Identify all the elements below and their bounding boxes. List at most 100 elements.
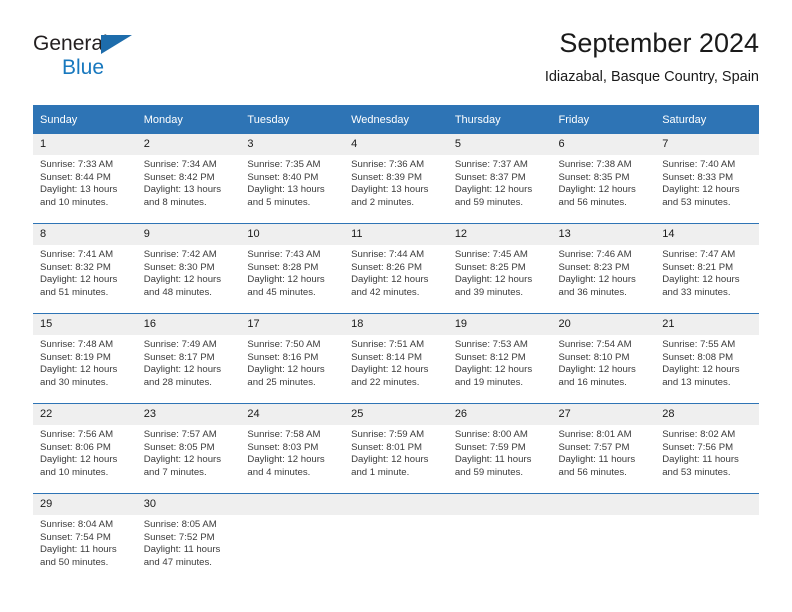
day-details: Sunrise: 7:33 AM Sunset: 8:44 PM Daylight:… [33,155,137,209]
calendar-day-cell[interactable]: 14 Sunrise: 7:47 AM Sunset: 8:21 PM Dayligh… [655,223,759,314]
calendar-day-cell[interactable]: 30 Sunrise: 8:05 AM Sunset: 7:52 PM Dayligh… [136,493,241,583]
sunrise-text: Sunrise: 7:58 AM [247,429,321,440]
calendar-day-cell[interactable]: 23 Sunrise: 7:57 AM Sunset: 8:05 PM Dayligh… [136,403,241,494]
day-number [551,494,656,515]
sunset-text: Sunset: 8:35 PM [558,171,630,183]
daylight-text: Daylight: 12 hours and 56 minutes. [558,184,636,208]
sunrise-text: Sunrise: 7:41 AM [40,249,114,260]
daylight-text: Daylight: 12 hours and 13 minutes. [662,364,740,388]
daylight-text: Daylight: 12 hours and 7 minutes. [143,454,222,478]
sunset-text: Sunset: 8:39 PM [351,171,423,183]
calendar-day-cell[interactable]: 1 Sunrise: 7:33 AM Sunset: 8:44 PM Daylight… [33,134,137,224]
day-number: 17 [240,314,345,335]
daylight-text: Daylight: 12 hours and 48 minutes. [143,274,222,298]
sunrise-text: Sunrise: 7:45 AM [454,249,528,260]
sunrise-text: Sunrise: 7:57 AM [143,429,217,440]
day-details: Sunrise: 8:00 AM Sunset: 7:59 PM Daylight:… [448,425,552,479]
calendar-page: General Blue September 2024 Idiazabal, B… [0,0,792,612]
calendar-day-cell[interactable]: 19 Sunrise: 7:53 AM Sunset: 8:12 PM Dayligh… [447,313,552,404]
calendar-day-cell[interactable]: 20 Sunrise: 7:54 AM Sunset: 8:10 PM Dayligh… [551,313,656,404]
sunset-text: Sunset: 7:56 PM [662,441,734,453]
weekday-header-sunday: Sunday [33,105,137,134]
sunrise-text: Sunrise: 7:34 AM [143,159,217,170]
calendar-day-cell[interactable]: 17 Sunrise: 7:50 AM Sunset: 8:16 PM Dayligh… [240,313,345,404]
day-details: Sunrise: 8:04 AM Sunset: 7:54 PM Daylight:… [33,515,137,569]
calendar-day-cell[interactable]: 29 Sunrise: 8:04 AM Sunset: 7:54 PM Dayligh… [33,493,137,583]
day-number: 11 [344,224,448,245]
day-number: 27 [551,404,656,425]
calendar-day-cell[interactable]: 25 Sunrise: 7:59 AM Sunset: 8:01 PM Dayligh… [344,403,448,494]
calendar-day-cell[interactable]: 15 Sunrise: 7:48 AM Sunset: 8:19 PM Dayligh… [33,313,137,404]
day-number: 8 [33,224,137,245]
day-number [240,494,345,515]
day-number: 12 [447,224,552,245]
day-details: Sunrise: 7:42 AM Sunset: 8:30 PM Daylight:… [137,245,241,299]
sunset-text: Sunset: 8:30 PM [143,261,215,273]
day-details: Sunrise: 7:34 AM Sunset: 8:42 PM Daylight:… [137,155,241,209]
calendar-day-cell[interactable]: 6 Sunrise: 7:38 AM Sunset: 8:35 PM Daylight… [551,134,656,224]
calendar-day-cell[interactable]: 21 Sunrise: 7:55 AM Sunset: 8:08 PM Dayligh… [655,313,759,404]
day-number [447,494,552,515]
day-number: 23 [136,404,241,425]
calendar-week-row: 1 Sunrise: 7:33 AM Sunset: 8:44 PM Daylight… [33,134,759,224]
daylight-text: Daylight: 12 hours and 1 minute. [351,454,429,478]
daylight-text: Daylight: 12 hours and 4 minutes. [247,454,325,478]
sunrise-text: Sunrise: 8:05 AM [143,519,217,530]
calendar-day-cell[interactable]: 12 Sunrise: 7:45 AM Sunset: 8:25 PM Dayligh… [447,223,552,314]
calendar-day-cell[interactable]: 2 Sunrise: 7:34 AM Sunset: 8:42 PM Daylight… [136,134,241,224]
sunrise-text: Sunrise: 8:04 AM [40,519,114,530]
calendar-day-cell[interactable]: 27 Sunrise: 8:01 AM Sunset: 7:57 PM Dayligh… [551,403,656,494]
daylight-text: Daylight: 11 hours and 53 minutes. [662,454,739,478]
calendar-day-cell[interactable]: 10 Sunrise: 7:43 AM Sunset: 8:28 PM Dayligh… [240,223,345,314]
sunrise-text: Sunrise: 7:54 AM [558,339,632,350]
sunrise-text: Sunrise: 7:43 AM [247,249,321,260]
calendar-day-cell[interactable]: 9 Sunrise: 7:42 AM Sunset: 8:30 PM Daylight… [136,223,241,314]
daylight-text: Daylight: 13 hours and 10 minutes. [40,184,118,208]
calendar-day-cell[interactable]: 11 Sunrise: 7:44 AM Sunset: 8:26 PM Dayligh… [344,223,448,314]
sunset-text: Sunset: 8:17 PM [143,351,215,363]
calendar-day-cell[interactable]: 28 Sunrise: 8:02 AM Sunset: 7:56 PM Dayligh… [655,403,759,494]
sunset-text: Sunset: 8:08 PM [662,351,734,363]
calendar-day-cell[interactable]: 5 Sunrise: 7:37 AM Sunset: 8:37 PM Daylight… [447,134,552,224]
sunset-text: Sunset: 8:05 PM [143,441,215,453]
day-number: 25 [344,404,448,425]
calendar-day-cell[interactable]: 3 Sunrise: 7:35 AM Sunset: 8:40 PM Daylight… [240,134,345,224]
sunset-text: Sunset: 8:06 PM [40,441,111,453]
day-details: Sunrise: 7:38 AM Sunset: 8:35 PM Daylight:… [552,155,656,209]
day-number: 3 [240,134,345,155]
calendar-cell-empty [447,493,552,583]
calendar-day-cell[interactable]: 26 Sunrise: 8:00 AM Sunset: 7:59 PM Dayligh… [447,403,552,494]
calendar-day-cell[interactable]: 4 Sunrise: 7:36 AM Sunset: 8:39 PM Daylight… [344,134,448,224]
day-details: Sunrise: 8:05 AM Sunset: 7:52 PM Daylight:… [137,515,241,569]
calendar-day-cell[interactable]: 24 Sunrise: 7:58 AM Sunset: 8:03 PM Dayligh… [240,403,345,494]
daylight-text: Daylight: 12 hours and 19 minutes. [454,364,533,388]
calendar-day-cell[interactable]: 13 Sunrise: 7:46 AM Sunset: 8:23 PM Dayligh… [551,223,656,314]
calendar-day-cell[interactable]: 8 Sunrise: 7:41 AM Sunset: 8:32 PM Daylight… [33,223,137,314]
page-title: September 2024 [559,28,759,58]
daylight-text: Daylight: 12 hours and 59 minutes. [454,184,533,208]
sunrise-text: Sunrise: 7:53 AM [454,339,528,350]
day-number: 10 [240,224,345,245]
weekday-header-monday: Monday [136,105,241,134]
daylight-text: Daylight: 11 hours and 50 minutes. [40,544,117,568]
daylight-text: Daylight: 12 hours and 30 minutes. [40,364,118,388]
day-number: 21 [655,314,759,335]
calendar-day-cell[interactable]: 7 Sunrise: 7:40 AM Sunset: 8:33 PM Daylight… [655,134,759,224]
calendar-cell-empty [344,493,448,583]
sunrise-text: Sunrise: 7:36 AM [351,159,425,170]
calendar-day-cell[interactable]: 22 Sunrise: 7:56 AM Sunset: 8:06 PM Dayligh… [33,403,137,494]
day-details: Sunrise: 7:46 AM Sunset: 8:23 PM Daylight:… [552,245,656,299]
sunset-text: Sunset: 8:28 PM [247,261,319,273]
calendar-day-cell[interactable]: 16 Sunrise: 7:49 AM Sunset: 8:17 PM Dayligh… [136,313,241,404]
calendar-day-cell[interactable]: 18 Sunrise: 7:51 AM Sunset: 8:14 PM Dayligh… [344,313,448,404]
sunrise-text: Sunrise: 7:48 AM [40,339,114,350]
day-number: 19 [447,314,552,335]
brand-logo[interactable]: General Blue [33,32,233,88]
sunset-text: Sunset: 8:32 PM [40,261,111,273]
day-details: Sunrise: 7:40 AM Sunset: 8:33 PM Daylight:… [655,155,759,209]
sunset-text: Sunset: 8:16 PM [247,351,319,363]
day-number: 28 [655,404,759,425]
sunrise-text: Sunrise: 7:59 AM [351,429,425,440]
brand-name-general: General [33,32,108,55]
daylight-text: Daylight: 13 hours and 2 minutes. [351,184,429,208]
